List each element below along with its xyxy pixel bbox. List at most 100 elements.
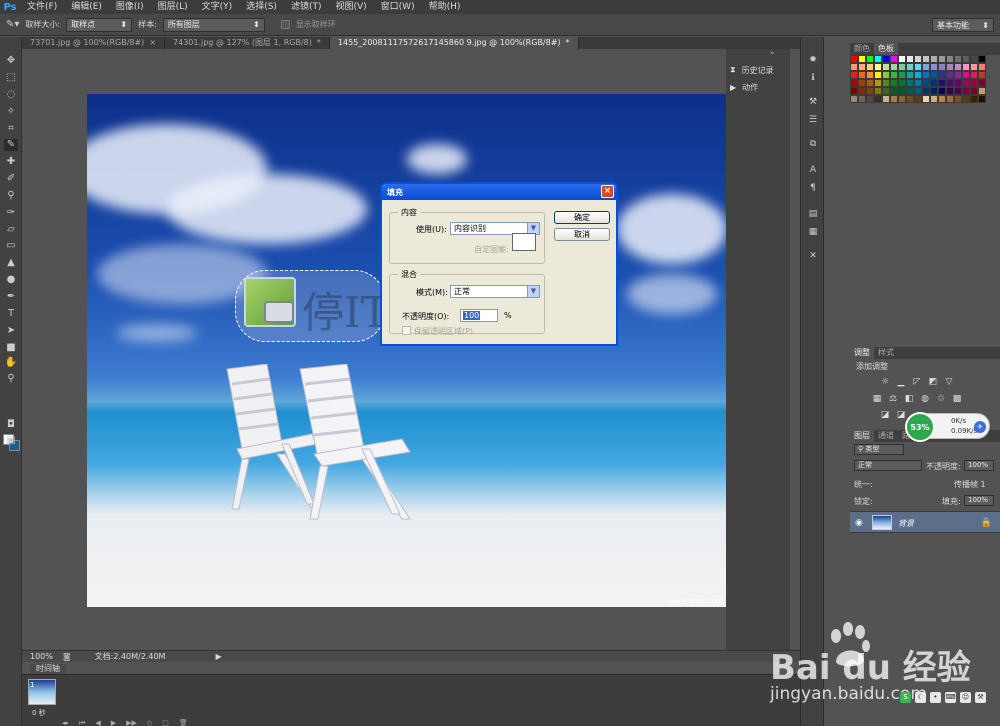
swatch[interactable] [898,79,906,87]
tab-adjustments[interactable]: 调整 [850,347,874,359]
swatch[interactable] [890,95,898,103]
swatch[interactable] [858,63,866,71]
play-icon[interactable]: ▶ [111,719,116,726]
character-icon[interactable]: A [807,165,819,177]
tab-styles[interactable]: 样式 [874,347,898,359]
swatch[interactable] [978,71,986,79]
sample-size-select[interactable]: 取样点 ⬍ [66,17,133,32]
layer-fill-input[interactable]: 100% [964,495,994,506]
swatch[interactable] [946,95,954,103]
moon-icon[interactable]: ☾ [915,691,926,703]
swatch[interactable] [938,87,946,95]
swatch[interactable] [970,79,978,87]
input-method-icon[interactable]: S [900,691,911,703]
swatch[interactable] [954,63,962,71]
dot-icon[interactable]: • [930,691,941,703]
swatch[interactable] [890,87,898,95]
swatch[interactable] [930,87,938,95]
timeline-tab[interactable]: 时间轴 [30,664,66,674]
swatch[interactable] [850,55,858,63]
swatch[interactable] [882,87,890,95]
swatch[interactable] [962,95,970,103]
marquee-tool-icon[interactable]: ⬚ [4,72,18,84]
curves-icon[interactable]: ◸ [912,377,922,387]
swatch[interactable] [882,55,890,63]
swatch[interactable] [858,95,866,103]
swatch[interactable] [922,95,930,103]
actions-panel-button[interactable]: ▶ 动作 [730,80,758,94]
eyedropper-tool-icon[interactable]: ✎ [4,139,18,151]
tab-close-icon[interactable]: × [149,38,156,47]
swatch[interactable] [954,71,962,79]
swatch[interactable] [930,79,938,87]
info-icon[interactable]: ℹ [807,73,819,85]
clone-stamp-tool-icon[interactable]: ⚲ [4,190,18,202]
swatch[interactable] [946,79,954,87]
brightness-icon[interactable]: ☼ [880,377,890,387]
swatch[interactable] [850,87,858,95]
swatch[interactable] [978,55,986,63]
pen-tool-icon[interactable]: ✒ [4,291,18,303]
swatch[interactable] [970,95,978,103]
swatch[interactable] [970,71,978,79]
levels-icon[interactable]: ▁ [896,377,906,387]
menu-item-1[interactable]: 编辑(E) [64,0,109,14]
collapse-icon[interactable]: » [770,49,774,57]
swatch[interactable] [954,95,962,103]
swatch[interactable] [922,55,930,63]
layer-opacity-input[interactable]: 100% [964,460,994,471]
swatch[interactable] [906,71,914,79]
menu-item-9[interactable]: 帮助(H) [422,0,468,14]
screen-mode-icon[interactable]: ▣ [4,435,18,447]
swatch[interactable] [962,63,970,71]
dodge-tool-icon[interactable]: ● [4,274,18,286]
swatch[interactable] [866,95,874,103]
menu-item-2[interactable]: 图像(I) [109,0,151,14]
hue-saturation-icon[interactable]: ▦ [872,394,882,404]
swatch[interactable] [914,95,922,103]
swatch[interactable] [898,95,906,103]
swatch[interactable] [938,55,946,63]
layer-comps-icon[interactable]: ▤ [807,209,819,221]
swatch[interactable] [970,87,978,95]
brush-tool-icon[interactable]: ✐ [4,173,18,185]
swatch[interactable] [874,63,882,71]
dialog-titlebar[interactable]: 填充 × [382,184,616,200]
swatch[interactable] [914,71,922,79]
quick-mask-icon[interactable]: ◘ [4,419,18,431]
history-brush-tool-icon[interactable]: ✑ [4,207,18,219]
swatch[interactable] [962,79,970,87]
color-balance-icon[interactable]: ⚖ [888,394,898,404]
shape-tool-icon[interactable]: ■ [4,342,18,354]
menu-item-8[interactable]: 窗口(W) [374,0,422,14]
swatch[interactable] [954,87,962,95]
healing-brush-tool-icon[interactable]: ✚ [4,156,18,168]
new-frame-icon[interactable]: ▢ [162,719,169,726]
swatch[interactable] [882,79,890,87]
swatch[interactable] [874,79,882,87]
eraser-tool-icon[interactable]: ▱ [4,224,18,236]
swatch[interactable] [890,63,898,71]
swatch[interactable] [970,63,978,71]
swatch[interactable] [914,87,922,95]
swatch[interactable] [906,79,914,87]
sample-select[interactable]: 所有图层 ⬍ [162,17,265,32]
swatch[interactable] [858,87,866,95]
swatch[interactable] [930,95,938,103]
swatch[interactable] [914,79,922,87]
preserve-transparency-checkbox[interactable] [402,326,411,335]
swatch[interactable] [906,95,914,103]
blur-tool-icon[interactable]: ▲ [4,257,18,269]
swatch[interactable] [890,71,898,79]
tab-close-icon[interactable]: * [317,38,321,47]
swatch[interactable] [898,63,906,71]
clone-source-icon[interactable]: ⧉ [807,139,819,151]
swatch[interactable] [978,63,986,71]
cancel-button[interactable]: 取消 [554,228,610,241]
tools-icon[interactable]: ✕ [807,251,819,263]
swatch[interactable] [874,55,882,63]
document-canvas[interactable]: 停ITI www.fevte.com [87,94,727,607]
swatch[interactable] [954,55,962,63]
exposure-icon[interactable]: ◩ [928,377,938,387]
swatch[interactable] [882,71,890,79]
